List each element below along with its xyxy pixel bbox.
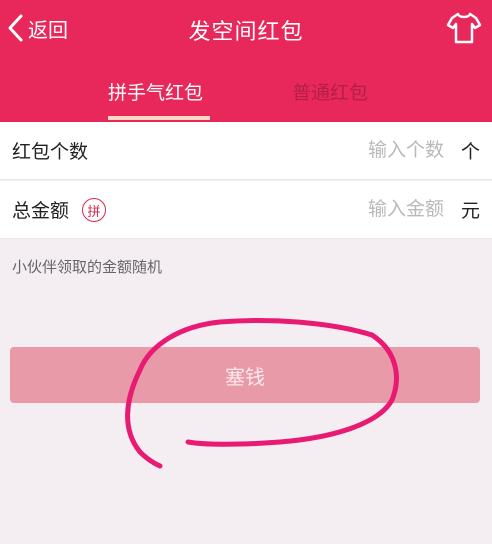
tab-lucky-red-packet[interactable]: 拼手气红包 [108, 78, 203, 105]
total-amount-unit: 元 [460, 200, 480, 222]
nav-bar: 返回 发空间红包 [0, 0, 492, 60]
page-title: 发空间红包 [188, 20, 304, 45]
put-money-button[interactable]: 塞钱 [10, 347, 480, 403]
pin-badge: 拼 [82, 198, 106, 222]
tab-bar: 拼手气红包 普通红包 [0, 70, 492, 122]
tab-normal-red-packet[interactable]: 普通红包 [292, 78, 368, 105]
active-tab-indicator [108, 116, 210, 120]
total-amount-row: 总金额 拼 元 [0, 181, 492, 239]
packet-count-label: 红包个数 [12, 141, 89, 163]
packet-count-input[interactable] [244, 134, 444, 166]
screen: 返回 发空间红包 拼手气红包 普通红包 红包个数 个 总金额 拼 元 小伙伴领取… [0, 0, 492, 544]
total-amount-label: 总金额 [12, 200, 70, 222]
packet-count-unit: 个 [460, 141, 480, 163]
random-amount-hint: 小伙伴领取的金额随机 [12, 258, 163, 276]
packet-count-row: 红包个数 个 [0, 122, 492, 180]
header: 返回 发空间红包 拼手气红包 普通红包 [0, 0, 492, 122]
tshirt-icon[interactable] [446, 10, 482, 46]
total-amount-input[interactable] [244, 193, 444, 225]
